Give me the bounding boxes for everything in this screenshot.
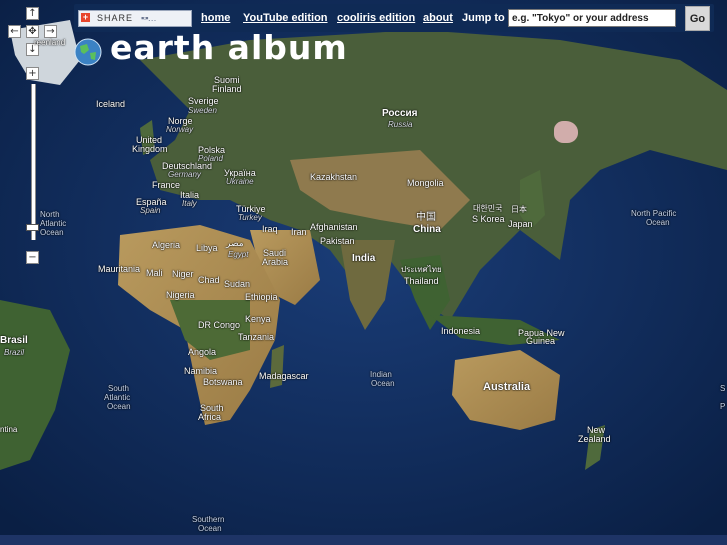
ocean-label: Ocean [198,524,222,533]
ocean-label: Atlantic [104,393,131,402]
map-label: DR Congo [198,320,241,330]
map-label: Turkey [238,213,262,222]
nav-about-link[interactable]: about [423,12,453,24]
map-label: Guinea [526,336,556,346]
map-label: Spain [140,206,161,215]
map-label: Thailand [404,276,439,286]
share-plus-icon: + [81,12,90,22]
map-label: Россия [382,108,418,119]
map-label: Brazil [4,348,25,357]
pan-up-button[interactable]: ↑ [26,7,39,20]
map-label: reenland [34,38,66,47]
zoom-in-button[interactable]: + [26,67,39,80]
ocean-label: Ocean [40,228,64,237]
landmass-madagascar [270,345,284,388]
map-label: Chad [198,275,220,285]
map-label: Tanzania [238,332,275,342]
map-label: Pakistan [320,236,355,246]
map-label: Ethiopia [245,292,278,302]
share-services-icon: ▪▫▪… [141,13,157,23]
ocean-label: Indian [370,370,392,379]
landmass-antarctica [0,535,727,545]
map-label: Afghanistan [310,222,358,232]
map-label: ntina [0,425,18,434]
map-label: Germany [168,170,201,179]
map-label: Sweden [188,106,217,115]
nav-home-link[interactable]: home [201,12,230,24]
map-label: Mali [146,268,163,278]
map-label: Iraq [262,224,278,234]
ocean-label: Atlantic [40,219,67,228]
pan-left-button[interactable]: ← [8,25,21,38]
map-label: Libya [196,243,218,253]
map-label: Italy [182,199,197,208]
map-label: Sudan [224,279,251,289]
pan-right-button[interactable]: → [44,25,57,38]
map-label: Indonesia [441,326,481,336]
map-label: Finland [212,84,242,94]
map-label: مصر [226,238,244,248]
map-label: 대한민국 [473,204,503,213]
map-label: Madagascar [259,371,309,381]
map-label: Brasil [0,335,28,346]
ocean-label: Ocean [371,379,395,388]
globe-icon [74,38,102,66]
map-label: 中国 [416,212,436,223]
map-label: Ukraine [226,177,254,186]
ocean-label: North [40,210,60,219]
map-label: China [413,224,441,235]
ocean-label: Ocean [646,218,670,227]
ocean-label: S [720,384,726,393]
map-label: Egypt [228,250,249,259]
photo-marker[interactable] [554,121,578,143]
zoom-slider-thumb[interactable] [26,224,39,231]
map-label: Algeria [152,240,181,250]
map-label: Iceland [96,99,126,109]
nav-cooliris-link[interactable]: cooliris edition [337,12,415,24]
map-label: Sverige [188,96,219,106]
map-label: India [352,253,376,264]
map-label: Africa [198,412,222,422]
location-search-input[interactable] [508,9,676,27]
map-label: France [152,180,181,190]
pan-center-button[interactable]: ✥ [26,25,39,38]
ocean-label: Ocean [107,402,131,411]
nav-youtube-link[interactable]: YouTube edition [243,12,328,24]
map-label: Kazakhstan [310,172,358,182]
map-label: Niger [172,269,194,279]
ocean-label: P [720,402,726,411]
ocean-label: North Pacific [631,209,677,218]
map-label: Botswana [203,377,243,387]
map-label: Russia [388,120,413,129]
map-label: Kingdom [132,144,168,154]
jump-to-label: Jump to [462,12,505,24]
map-label: Nigeria [166,290,195,300]
zoom-slider-track[interactable] [31,84,36,240]
go-button[interactable]: Go [685,6,710,31]
map-label: Zealand [578,434,611,444]
map-label: S Korea [472,214,505,224]
map-label: Kenya [245,314,271,324]
share-button[interactable]: + SHARE ▪▫▪… [78,10,192,27]
zoom-out-button[interactable]: − [26,251,39,264]
map-label: Norway [166,125,194,134]
map-label: Australia [483,381,531,393]
map-label: 日本 [511,205,527,214]
map-label: ประเทศไทย [401,265,442,274]
ocean-label: Southern [192,515,225,524]
map-label: Iran [291,227,307,237]
map-label: Angola [188,347,217,357]
map-label: Mauritania [98,264,141,274]
map-label: Arabia [262,257,289,267]
map-label: Mongolia [407,178,444,188]
map-label: Japan [508,219,533,229]
map-label: Namibia [184,366,218,376]
share-label: SHARE [97,13,134,23]
site-title: earth album [110,28,348,67]
ocean-label: South [108,384,129,393]
